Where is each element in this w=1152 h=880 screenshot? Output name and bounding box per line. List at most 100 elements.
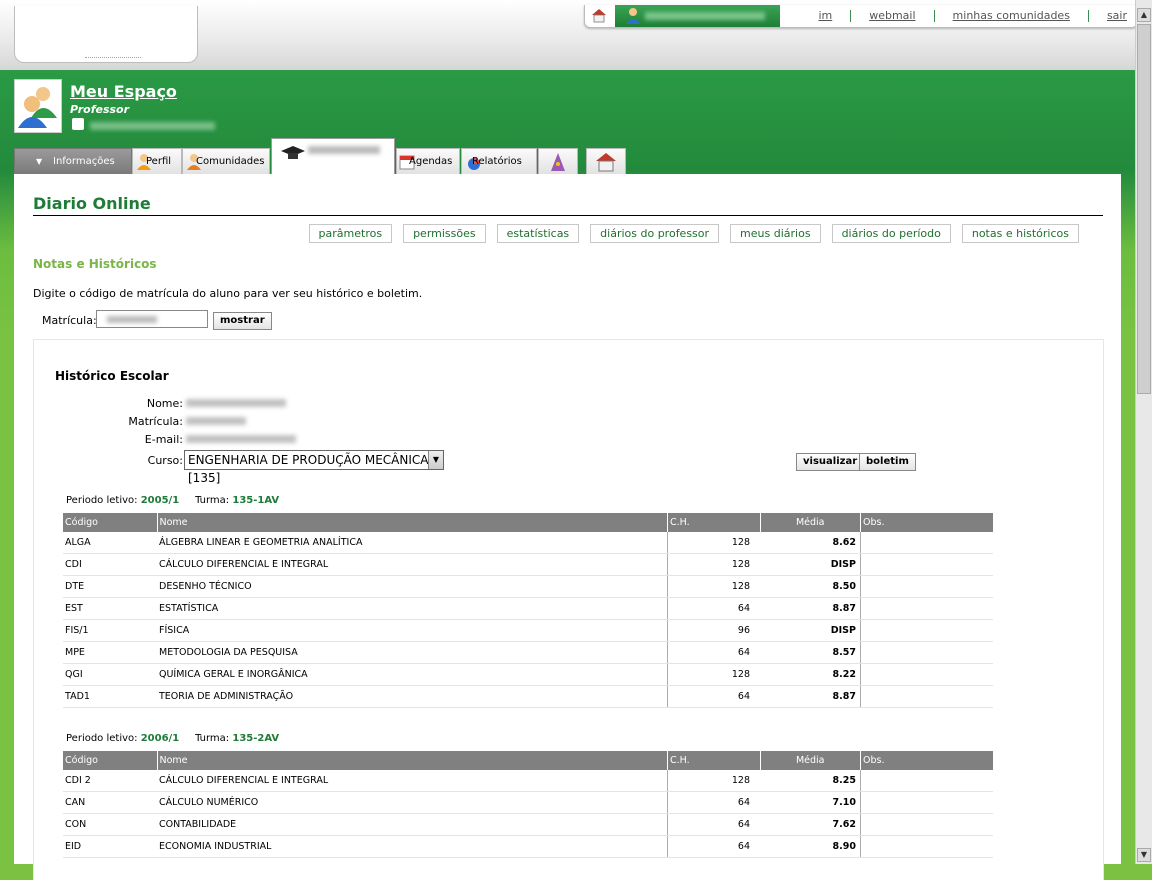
diarios-periodo-button[interactable]: diários do período bbox=[831, 224, 951, 243]
periodo-value: 2005/1 bbox=[140, 495, 180, 506]
table-cell: TAD1 bbox=[63, 685, 157, 708]
table-cell: EST bbox=[63, 597, 157, 620]
space-title-link[interactable]: Meu Espaço bbox=[70, 82, 177, 101]
tab-home[interactable] bbox=[586, 148, 626, 174]
matricula-field-label: Matrícula: bbox=[128, 415, 183, 428]
scroll-down-button[interactable]: ▼ bbox=[1137, 848, 1151, 862]
table-cell bbox=[860, 575, 993, 598]
table-row: EID ECONOMIA INDUSTRIAL 64 8.90 bbox=[63, 835, 993, 858]
table-cell: 64 bbox=[667, 835, 760, 858]
table-cell bbox=[860, 663, 993, 686]
matricula-label: Matrícula: bbox=[42, 314, 97, 327]
table-cell: 64 bbox=[667, 791, 760, 814]
table-cell: CONTABILIDADE bbox=[157, 813, 668, 836]
turma-label: Turma: bbox=[195, 495, 230, 506]
permissoes-button[interactable]: permissões bbox=[403, 224, 486, 243]
logout-link[interactable]: sair bbox=[1107, 9, 1127, 22]
table-cell: CAN bbox=[63, 791, 157, 814]
home-icon[interactable] bbox=[591, 8, 607, 23]
tab-informacoes[interactable]: ▼ Informações bbox=[14, 148, 132, 174]
main-content: Diario Online parâmetros permissões estatí… bbox=[14, 174, 1121, 880]
tab-agendas[interactable]: Agendas bbox=[396, 148, 460, 174]
tab-perfil[interactable]: Perfil bbox=[132, 148, 182, 174]
column-header: Média bbox=[759, 751, 861, 770]
table-cell bbox=[860, 791, 993, 814]
tab-comunidades[interactable]: Comunidades bbox=[182, 148, 270, 174]
table-cell: 8.87 bbox=[760, 685, 861, 708]
table-cell: DISP bbox=[760, 553, 861, 576]
table-cell: CÁLCULO DIFERENCIAL E INTEGRAL bbox=[157, 770, 668, 792]
column-header: Código bbox=[63, 513, 157, 532]
column-header: Média bbox=[759, 513, 861, 532]
table-row: TAD1 TEORIA DE ADMINISTRAÇÃO 64 8.87 bbox=[63, 685, 993, 708]
mostrar-button[interactable]: mostrar bbox=[213, 312, 272, 330]
column-header: C.H. bbox=[667, 751, 760, 770]
table-row: MPE METODOLOGIA DA PESQUISA 64 8.57 bbox=[63, 641, 993, 664]
historico-panel: Histórico Escolar Nome: Matrícula: E-mai… bbox=[33, 339, 1104, 880]
periodo-info: Periodo letivo: 2006/1 Turma: 135-2AV bbox=[66, 733, 279, 744]
table-row: DTE DESENHO TÉCNICO 128 8.50 bbox=[63, 575, 993, 598]
blurred-email bbox=[186, 435, 296, 443]
estatisticas-button[interactable]: estatísticas bbox=[496, 224, 580, 243]
matricula-input[interactable] bbox=[96, 310, 208, 328]
periodo-label: Periodo letivo: bbox=[66, 495, 138, 506]
tab-relatorios[interactable]: Relatórios bbox=[461, 148, 537, 174]
table-cell bbox=[860, 597, 993, 620]
table-row: CDI 2 CÁLCULO DIFERENCIAL E INTEGRAL 128 8.… bbox=[63, 770, 993, 792]
diarios-professor-button[interactable]: diários do professor bbox=[590, 224, 720, 243]
scroll-thumb[interactable] bbox=[1137, 24, 1151, 394]
im-link[interactable]: im bbox=[818, 9, 832, 22]
curso-select[interactable]: ENGENHARIA DE PRODUÇÃO MECÂNICA [135] ▼ bbox=[184, 450, 444, 485]
page-title: Diario Online bbox=[33, 194, 151, 213]
visualizar-button[interactable]: visualizar bbox=[796, 453, 865, 471]
table-cell: 128 bbox=[667, 575, 760, 598]
table-cell: 7.10 bbox=[760, 791, 861, 814]
boletim-button[interactable]: boletim bbox=[859, 453, 916, 471]
email-label: E-mail: bbox=[144, 433, 183, 446]
column-header: Nome bbox=[156, 513, 668, 532]
notas-historicos-button[interactable]: notas e históricos bbox=[961, 224, 1079, 243]
table-cell: 8.57 bbox=[760, 641, 861, 664]
table-cell bbox=[860, 835, 993, 858]
table-cell: CÁLCULO DIFERENCIAL E INTEGRAL bbox=[157, 553, 668, 576]
scroll-up-button[interactable]: ▲ bbox=[1137, 8, 1151, 22]
party-hat-icon bbox=[551, 153, 565, 171]
table-cell: ALGA bbox=[63, 532, 157, 554]
table-cell: FÍSICA bbox=[157, 619, 668, 642]
document-icon bbox=[72, 118, 84, 130]
table-cell: ESTATÍSTICA bbox=[157, 597, 668, 620]
column-header: Obs. bbox=[860, 751, 993, 770]
table-row: CAN CÁLCULO NUMÉRICO 64 7.10 bbox=[63, 791, 993, 814]
turma-value: 135-2AV bbox=[232, 733, 280, 744]
table-cell: QUÍMICA GERAL E INORGÂNICA bbox=[157, 663, 668, 686]
curso-label: Curso: bbox=[147, 454, 183, 467]
blurred-tab-label bbox=[308, 146, 380, 154]
table-row: CDI CÁLCULO DIFERENCIAL E INTEGRAL 128 DISP bbox=[63, 553, 993, 576]
table-cell: METODOLOGIA DA PESQUISA bbox=[157, 641, 668, 664]
turma-label: Turma: bbox=[195, 733, 230, 744]
table-cell: 8.50 bbox=[760, 575, 861, 598]
table-cell bbox=[860, 619, 993, 642]
communities-link[interactable]: minhas comunidades bbox=[953, 9, 1070, 22]
blurred-institution bbox=[90, 122, 215, 130]
table-row: CON CONTABILIDADE 64 7.62 bbox=[63, 813, 993, 836]
grades-table: Código Nome C.H. Média Obs. ALGA ÁLGEBRA LINEA… bbox=[63, 513, 993, 708]
chevron-down-icon[interactable]: ▼ bbox=[428, 451, 443, 469]
webmail-link[interactable]: webmail bbox=[869, 9, 915, 22]
table-cell: 8.25 bbox=[760, 770, 861, 792]
column-header: C.H. bbox=[667, 513, 760, 532]
table-cell bbox=[860, 770, 993, 792]
table-cell: DESENHO TÉCNICO bbox=[157, 575, 668, 598]
site-logo[interactable] bbox=[14, 6, 198, 63]
tab-party[interactable] bbox=[538, 148, 578, 174]
column-header: Nome bbox=[156, 751, 668, 770]
vertical-scrollbar[interactable]: ▲ ▼ bbox=[1135, 0, 1152, 864]
top-navigation-bar: im webmail minhas comunidades sair bbox=[584, 5, 1138, 28]
tab-escola[interactable] bbox=[271, 138, 395, 174]
blurred-matricula bbox=[186, 417, 246, 425]
table-cell: CDI bbox=[63, 553, 157, 576]
meus-diarios-button[interactable]: meus diários bbox=[730, 224, 821, 243]
parametros-button[interactable]: parâmetros bbox=[308, 224, 393, 243]
user-chip[interactable] bbox=[615, 5, 780, 27]
nome-label: Nome: bbox=[146, 397, 183, 410]
